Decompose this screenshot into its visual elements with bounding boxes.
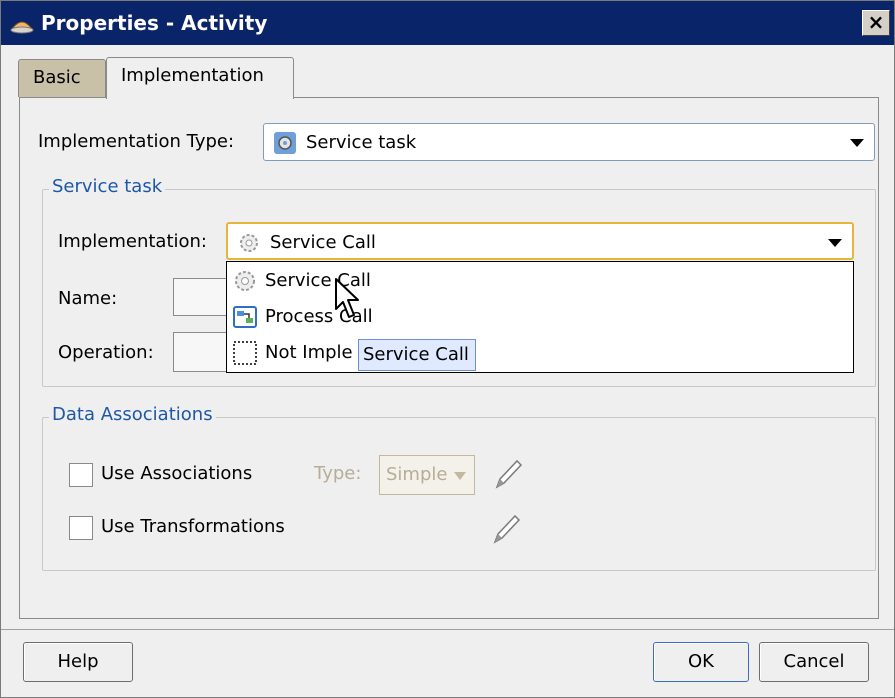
type-value: Simple: [386, 464, 448, 485]
type-label: Type:: [314, 463, 362, 484]
chevron-down-icon: [454, 472, 466, 480]
gear-icon: [235, 271, 255, 291]
chevron-down-icon: [828, 239, 842, 247]
help-button[interactable]: Help: [23, 642, 133, 682]
mouse-cursor-icon: [335, 278, 359, 318]
gear-icon: [240, 234, 258, 252]
tab-implementation[interactable]: Implementation: [106, 57, 294, 99]
name-field[interactable]: [173, 278, 229, 316]
use-associations-label: Use Associations: [101, 463, 253, 484]
dropdown-option-process-call[interactable]: Process Call: [231, 300, 831, 334]
data-associations-title: Data Associations: [49, 404, 216, 425]
implementation-type-label: Implementation Type:: [38, 131, 235, 152]
edit-pencil-icon[interactable]: [491, 512, 521, 546]
option-label: Not Imple: [265, 342, 353, 363]
title-bar[interactable]: Properties - Activity ×: [1, 1, 894, 45]
dropdown-option-service-call[interactable]: Service Call: [231, 264, 831, 298]
dashed-box-icon: [233, 341, 257, 365]
close-button[interactable]: ×: [862, 10, 890, 36]
cancel-button[interactable]: Cancel: [759, 642, 869, 682]
process-icon: [233, 306, 257, 328]
service-task-title: Service task: [49, 176, 166, 197]
tooltip: Service Call: [358, 339, 476, 371]
window-title: Properties - Activity: [41, 11, 268, 35]
implementation-type-value: Service task: [306, 132, 417, 153]
implementation-value: Service Call: [270, 232, 376, 253]
gear-icon: [274, 132, 296, 154]
use-associations-checkbox[interactable]: [69, 463, 93, 487]
dropdown-option-not-implemented[interactable]: Not Imple: [231, 336, 831, 370]
edit-pencil-icon[interactable]: [493, 457, 523, 491]
operation-field[interactable]: [173, 332, 229, 372]
name-label: Name:: [58, 288, 118, 309]
tab-basic[interactable]: Basic: [18, 59, 106, 97]
implementation-type-select[interactable]: Service task: [263, 123, 875, 161]
app-icon: [10, 21, 34, 34]
use-transformations-checkbox[interactable]: [69, 516, 93, 540]
ok-button[interactable]: OK: [653, 642, 749, 682]
implementation-select[interactable]: Service Call: [226, 222, 854, 260]
properties-dialog: Properties - Activity × Basic Implementa…: [0, 0, 895, 698]
operation-label: Operation:: [58, 342, 154, 363]
chevron-down-icon: [850, 139, 864, 147]
implementation-label: Implementation:: [58, 231, 207, 252]
divider: [1, 629, 894, 630]
implementation-dropdown-list: Service Call Process Call Not Imple: [226, 261, 854, 373]
type-select[interactable]: Simple: [379, 455, 475, 495]
use-transformations-label: Use Transformations: [101, 516, 285, 537]
